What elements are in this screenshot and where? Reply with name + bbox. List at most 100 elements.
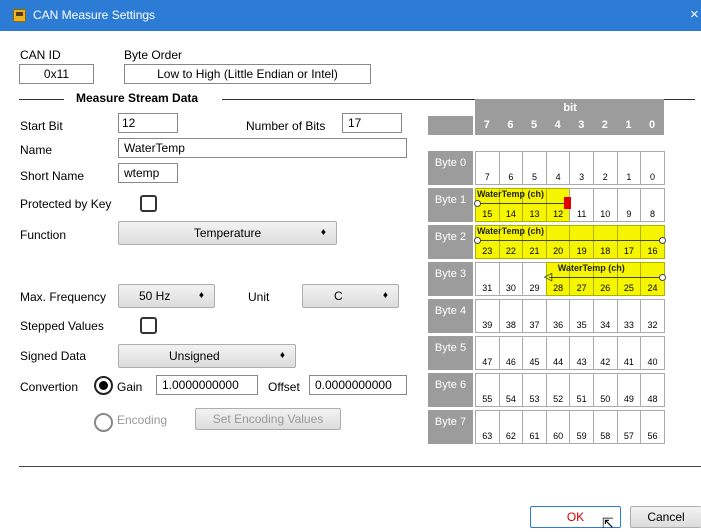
gain-label: Gain bbox=[117, 380, 143, 394]
bit-number: 59 bbox=[576, 431, 587, 441]
bit-cell[interactable]: 32 bbox=[640, 299, 665, 333]
bit-cell[interactable]: 19 bbox=[569, 225, 594, 259]
bit-cell[interactable]: 56 bbox=[640, 410, 665, 444]
bit-cell[interactable]: 17 bbox=[616, 225, 642, 259]
byte-row-label: Byte 4 bbox=[428, 299, 473, 333]
bit-number: 36 bbox=[553, 320, 564, 330]
start-bit-input[interactable]: 12 bbox=[118, 113, 178, 133]
stepped-values-checkbox[interactable] bbox=[140, 317, 157, 334]
bit-number: 31 bbox=[482, 283, 493, 293]
can-id-field[interactable]: 0x11 bbox=[19, 64, 94, 84]
bit-cell[interactable]: 7 bbox=[475, 151, 500, 185]
max-frequency-dropdown[interactable]: 50 Hz ♦ bbox=[118, 284, 215, 308]
bit-cell[interactable]: 10 bbox=[593, 188, 618, 222]
bit-cell[interactable]: 0 bbox=[640, 151, 665, 185]
signal-start-marker bbox=[564, 197, 572, 209]
unit-value: C bbox=[334, 289, 343, 303]
bit-number: 17 bbox=[623, 246, 634, 256]
close-icon[interactable]: × bbox=[690, 6, 699, 23]
bit-cell[interactable]: 49 bbox=[616, 373, 642, 407]
bit-number: 61 bbox=[529, 431, 540, 441]
bit-number: 42 bbox=[600, 357, 611, 367]
bit-cell[interactable]: 39 bbox=[475, 299, 500, 333]
bit-cell[interactable]: 48 bbox=[640, 373, 665, 407]
bit-cell[interactable]: 62 bbox=[498, 410, 524, 444]
bit-cell[interactable]: 11 bbox=[569, 188, 594, 222]
unit-label: Unit bbox=[248, 290, 270, 304]
bit-cell[interactable]: 45 bbox=[522, 336, 547, 370]
bit-cell[interactable]: 6 bbox=[498, 151, 524, 185]
bit-cell[interactable]: 41 bbox=[616, 336, 642, 370]
bit-cell[interactable]: 46 bbox=[498, 336, 524, 370]
bit-cell[interactable]: 2 bbox=[593, 151, 618, 185]
gain-input[interactable]: 1.0000000000 bbox=[156, 375, 258, 395]
bit-cell[interactable]: 58 bbox=[593, 410, 618, 444]
bit-cell[interactable]: 53 bbox=[522, 373, 547, 407]
num-bits-input[interactable]: 17 bbox=[342, 113, 402, 133]
bit-cell[interactable]: 40 bbox=[640, 336, 665, 370]
bit-number: 22 bbox=[505, 246, 516, 256]
bit-cell[interactable]: 4 bbox=[545, 151, 571, 185]
byte-row-label: Byte 2 bbox=[428, 225, 473, 259]
bit-number: 9 bbox=[626, 209, 632, 219]
bit-number: 21 bbox=[529, 246, 540, 256]
start-bit-label: Start Bit bbox=[20, 119, 63, 133]
bit-cell[interactable]: 20 bbox=[545, 225, 571, 259]
bit-cell[interactable]: 3 bbox=[569, 151, 594, 185]
bit-cell[interactable]: 52 bbox=[545, 373, 571, 407]
signed-data-dropdown[interactable]: Unsigned ♦ bbox=[118, 344, 296, 368]
bit-column-header: 5 bbox=[531, 119, 538, 131]
bit-cell[interactable]: 5 bbox=[522, 151, 547, 185]
bit-cell[interactable]: 35 bbox=[569, 299, 594, 333]
bit-cell[interactable]: 63 bbox=[475, 410, 500, 444]
short-name-input[interactable]: wtemp bbox=[118, 163, 178, 183]
bit-cell[interactable]: 38 bbox=[498, 299, 524, 333]
bit-number: 51 bbox=[576, 394, 587, 404]
bit-cell[interactable]: 44 bbox=[545, 336, 571, 370]
bit-number: 56 bbox=[647, 431, 658, 441]
bit-cell[interactable]: 33 bbox=[616, 299, 642, 333]
byte-order-field[interactable]: Low to High (Little Endian or Intel) bbox=[124, 64, 371, 84]
protected-checkbox[interactable] bbox=[140, 195, 157, 212]
bit-cell[interactable]: 31 bbox=[475, 262, 500, 296]
gain-radio[interactable] bbox=[94, 376, 113, 395]
bit-cell[interactable]: 34 bbox=[593, 299, 618, 333]
bit-cell[interactable]: 57 bbox=[616, 410, 642, 444]
signal-end-dot bbox=[474, 237, 481, 244]
bit-cell[interactable]: 42 bbox=[593, 336, 618, 370]
offset-input[interactable]: 0.0000000000 bbox=[309, 375, 407, 395]
bit-number: 43 bbox=[576, 357, 587, 367]
bit-cell[interactable]: 61 bbox=[522, 410, 547, 444]
unit-dropdown[interactable]: C ♦ bbox=[302, 284, 399, 308]
function-dropdown[interactable]: Temperature ♦ bbox=[118, 221, 337, 245]
byte-row-label: Byte 0 bbox=[428, 151, 473, 185]
bit-column-header: 2 bbox=[601, 119, 608, 131]
bit-number: 38 bbox=[505, 320, 516, 330]
short-name-label: Short Name bbox=[20, 169, 85, 183]
bit-cell[interactable]: 51 bbox=[569, 373, 594, 407]
app-icon bbox=[13, 9, 26, 22]
bit-cell[interactable]: 36 bbox=[545, 299, 571, 333]
bit-cell[interactable]: 37 bbox=[522, 299, 547, 333]
bit-cell[interactable]: 54 bbox=[498, 373, 524, 407]
bit-cell[interactable]: 8 bbox=[640, 188, 665, 222]
bit-cell[interactable]: 18 bbox=[593, 225, 618, 259]
bit-cell[interactable]: 47 bbox=[475, 336, 500, 370]
bit-cell[interactable]: 1 bbox=[616, 151, 642, 185]
encoding-radio[interactable] bbox=[94, 413, 113, 432]
bit-cell[interactable]: 59 bbox=[569, 410, 594, 444]
bit-number: 1 bbox=[626, 172, 632, 182]
bit-number: 24 bbox=[647, 283, 658, 293]
bit-cell[interactable]: 60 bbox=[545, 410, 571, 444]
bit-number: 15 bbox=[482, 209, 493, 219]
cancel-button[interactable]: Cancel bbox=[630, 506, 701, 528]
bit-cell[interactable]: 9 bbox=[616, 188, 642, 222]
bit-cell[interactable]: 43 bbox=[569, 336, 594, 370]
bit-cell[interactable]: 50 bbox=[593, 373, 618, 407]
bit-column-header: 3 bbox=[578, 119, 585, 131]
bit-cell[interactable]: 55 bbox=[475, 373, 500, 407]
bit-number: 10 bbox=[600, 209, 611, 219]
name-input[interactable]: WaterTemp bbox=[118, 138, 407, 158]
bit-cell[interactable]: 30 bbox=[498, 262, 524, 296]
set-encoding-values-button[interactable]: Set Encoding Values bbox=[195, 408, 341, 430]
